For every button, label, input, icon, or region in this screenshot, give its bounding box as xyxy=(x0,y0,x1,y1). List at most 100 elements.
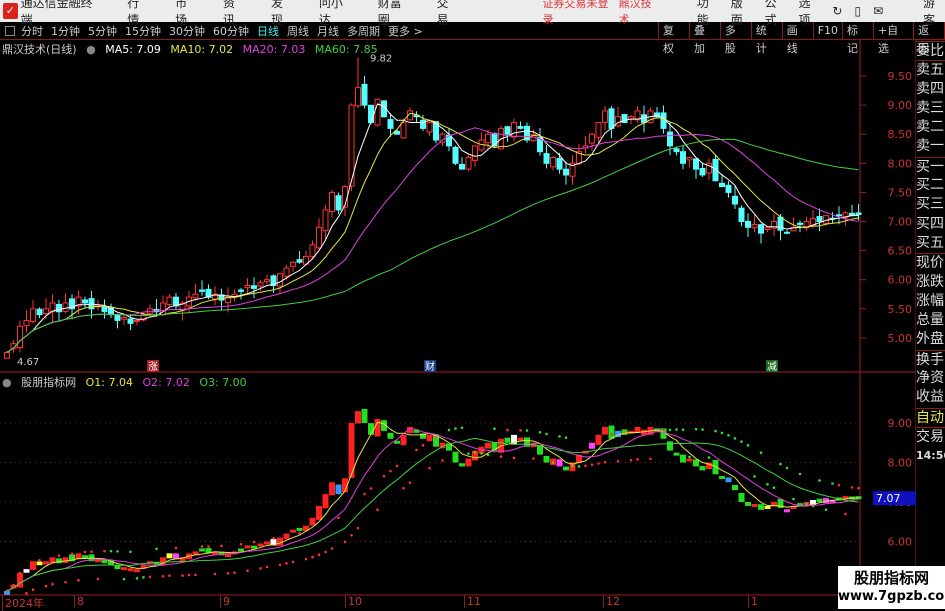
tool-overlay[interactable]: 叠加 xyxy=(688,22,720,55)
indicator-dot xyxy=(200,545,204,548)
tool-add-watchlist[interactable]: +自选 xyxy=(872,22,913,55)
quote-field: 涨跌 xyxy=(916,273,944,290)
date-tick: 12 xyxy=(603,595,620,608)
candle xyxy=(49,294,56,322)
indicator-dot xyxy=(337,516,340,520)
event-marker[interactable]: 减 xyxy=(767,361,777,373)
indicator-dot xyxy=(90,550,93,553)
indicator-bar xyxy=(355,411,361,424)
panel-toggle-icon[interactable] xyxy=(5,25,15,36)
quote-field: 卖二 xyxy=(916,119,944,136)
o1-line xyxy=(6,421,859,592)
auto-label[interactable]: 自动 xyxy=(916,407,945,427)
period-multi[interactable]: 多周期 xyxy=(347,23,380,39)
indicator-dot xyxy=(304,557,308,561)
refresh-icon[interactable]: ↻ xyxy=(832,4,842,18)
period-more[interactable]: 更多 > xyxy=(388,23,423,39)
date-tick: 9 xyxy=(220,595,230,608)
indicator-dot xyxy=(408,481,412,484)
indicator-dot xyxy=(649,457,652,461)
mail-icon[interactable]: ✉ xyxy=(873,4,883,18)
indicator-bar xyxy=(316,505,322,520)
candle xyxy=(738,205,745,227)
indicator-dot xyxy=(577,465,581,468)
indicator-dot xyxy=(818,479,821,482)
indicator-tick-label: 9.00 xyxy=(888,417,913,430)
indicator-dot xyxy=(824,508,828,512)
indicator-dot xyxy=(226,571,230,575)
candle xyxy=(36,307,43,319)
indicator-dot xyxy=(77,579,80,582)
candle xyxy=(459,157,465,170)
period-1min[interactable]: 1分钟 xyxy=(51,23,80,39)
candle xyxy=(413,111,420,124)
tool-adjust[interactable]: 复权 xyxy=(658,22,689,55)
settings-icon[interactable]: ● xyxy=(86,43,96,56)
candle xyxy=(706,158,712,180)
indicator-bar xyxy=(127,568,134,572)
indicator-menu-icon[interactable]: ● xyxy=(2,376,12,389)
indicator-dot xyxy=(369,487,373,490)
indicator-dot xyxy=(759,451,763,455)
phone-icon[interactable]: ▯ xyxy=(854,4,861,18)
event-marker[interactable]: 财 xyxy=(425,360,435,373)
tool-draw[interactable]: 画线 xyxy=(781,22,813,55)
candle xyxy=(192,283,199,301)
tool-back[interactable]: 返回 xyxy=(913,22,945,55)
period-30min[interactable]: 30分钟 xyxy=(169,23,205,39)
candle xyxy=(108,303,114,318)
indicator-dot xyxy=(38,558,41,562)
period-weekly[interactable]: 周线 xyxy=(287,23,309,39)
kline-chart[interactable]: 9.50 9.00 8.50 8.00 7.50 7.00 6.50 6.00 5.50 5.00… xyxy=(0,40,916,609)
period-monthly[interactable]: 月线 xyxy=(317,23,339,39)
period-intraday[interactable]: 分时 xyxy=(21,23,43,39)
indicator-dot xyxy=(311,555,314,559)
price-tick-label: 7.00 xyxy=(888,216,913,229)
indicator-dot xyxy=(187,573,191,577)
candle xyxy=(238,287,244,300)
indicator-bar xyxy=(335,484,342,495)
indicator-dot xyxy=(857,486,860,490)
watermark: 股朋指标网 www.7gpzb.com xyxy=(838,566,945,609)
quote-field: 委比 xyxy=(916,41,945,59)
quote-field: 买二 xyxy=(916,177,944,194)
indicator-dot xyxy=(161,574,165,578)
indicator-dot xyxy=(480,452,483,455)
indicator-bar xyxy=(30,561,36,570)
candle xyxy=(602,105,608,131)
indicator-bar xyxy=(374,419,381,437)
indicator-dot xyxy=(129,550,132,554)
indicator-dot xyxy=(402,486,405,490)
indicator-bar xyxy=(192,551,199,555)
tool-stats[interactable]: 统计 xyxy=(750,22,782,55)
date-tick: 11 xyxy=(464,595,481,608)
indicator-bar xyxy=(719,476,725,480)
candle xyxy=(465,155,472,172)
indicator-dot xyxy=(64,580,67,584)
indicator-dot xyxy=(454,427,457,430)
indicator-dot xyxy=(590,463,594,466)
quote-field: 买三 xyxy=(916,196,944,213)
indicator-dot xyxy=(233,571,236,575)
period-5min[interactable]: 5分钟 xyxy=(88,23,117,39)
period-daily[interactable]: 日线 xyxy=(257,23,279,39)
indicator-bar xyxy=(238,548,244,552)
price-tick-label: 8.00 xyxy=(888,157,913,170)
tool-mark[interactable]: 标记 xyxy=(842,22,873,55)
indicator-dot xyxy=(291,560,295,564)
indicator-dot xyxy=(148,575,152,579)
indicator-bar xyxy=(608,425,615,439)
indicator-dot xyxy=(272,537,275,540)
event-marker[interactable]: 涨 xyxy=(148,361,158,373)
indicator-dot xyxy=(389,469,392,473)
period-60min[interactable]: 60分钟 xyxy=(213,23,249,39)
indicator-dot xyxy=(285,562,288,565)
indicator-dot xyxy=(31,588,35,591)
tool-multi-stock[interactable]: 多股 xyxy=(719,22,751,55)
indicator-dot xyxy=(220,544,223,548)
indicator-bar xyxy=(602,426,608,435)
period-15min[interactable]: 15分钟 xyxy=(125,23,161,39)
candle xyxy=(563,161,569,185)
indicator-dot xyxy=(70,552,74,556)
tool-f10[interactable]: F10 xyxy=(812,22,842,40)
